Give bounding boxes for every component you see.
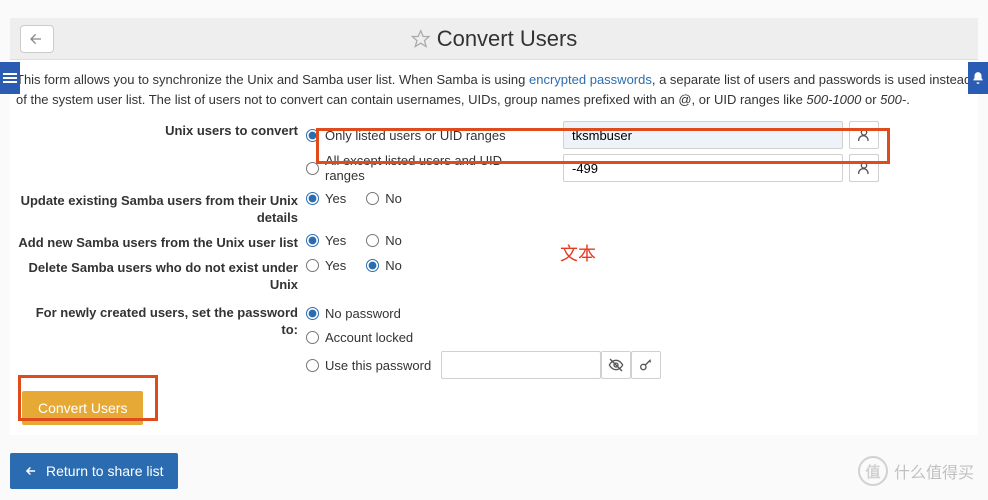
description-text: This form allows you to synchronize the … [16,70,972,109]
only-listed-label: Only listed users or UID ranges [325,128,543,143]
radio-add-yes[interactable] [306,234,319,247]
all-except-label: All except listed users and UID ranges [325,153,543,183]
back-button[interactable] [20,25,54,53]
listed-users-input[interactable] [563,121,843,149]
convert-users-button[interactable]: Convert Users [22,391,143,425]
text-annotation: 文本 [560,240,596,266]
delete-label: Delete Samba users who do not exist unde… [16,256,306,294]
header-bar: Convert Users [10,18,978,60]
key-icon [638,357,654,373]
toggle-password-visibility[interactable] [601,351,631,379]
bell-icon [971,71,985,85]
favorite-star-icon[interactable] [411,29,431,49]
unix-users-label: Unix users to convert [16,119,306,140]
user-icon [856,127,872,143]
user-picker-button-2[interactable] [849,154,879,182]
page-title: Convert Users [437,26,578,52]
arrow-left-icon [24,464,38,478]
back-arrow-icon [29,31,45,47]
user-picker-button-1[interactable] [849,121,879,149]
radio-only-listed[interactable] [306,129,319,142]
except-users-input[interactable] [563,154,843,182]
radio-all-except[interactable] [306,162,319,175]
radio-delete-yes[interactable] [306,259,319,272]
password-input[interactable] [441,351,601,379]
user-icon [856,160,872,176]
hamburger-icon [3,77,17,79]
password-mode-label: For newly created users, set the passwor… [16,301,306,339]
update-existing-label: Update existing Samba users from their U… [16,189,306,227]
sidebar-toggle-left[interactable] [0,62,20,94]
encrypted-passwords-link[interactable]: encrypted passwords [529,72,652,87]
return-to-share-list-button[interactable]: Return to share list [10,453,178,489]
add-new-label: Add new Samba users from the Unix user l… [16,231,306,252]
radio-delete-no[interactable] [366,259,379,272]
watermark-logo-icon: 值 [858,456,888,486]
radio-account-locked[interactable] [306,331,319,344]
radio-update-yes[interactable] [306,192,319,205]
notifications-toggle-right[interactable] [968,62,988,94]
generate-password[interactable] [631,351,661,379]
radio-update-no[interactable] [366,192,379,205]
radio-use-password[interactable] [306,359,319,372]
watermark: 值 什么值得买 [858,456,974,486]
eye-off-icon [608,357,624,373]
radio-add-no[interactable] [366,234,379,247]
radio-no-password[interactable] [306,307,319,320]
